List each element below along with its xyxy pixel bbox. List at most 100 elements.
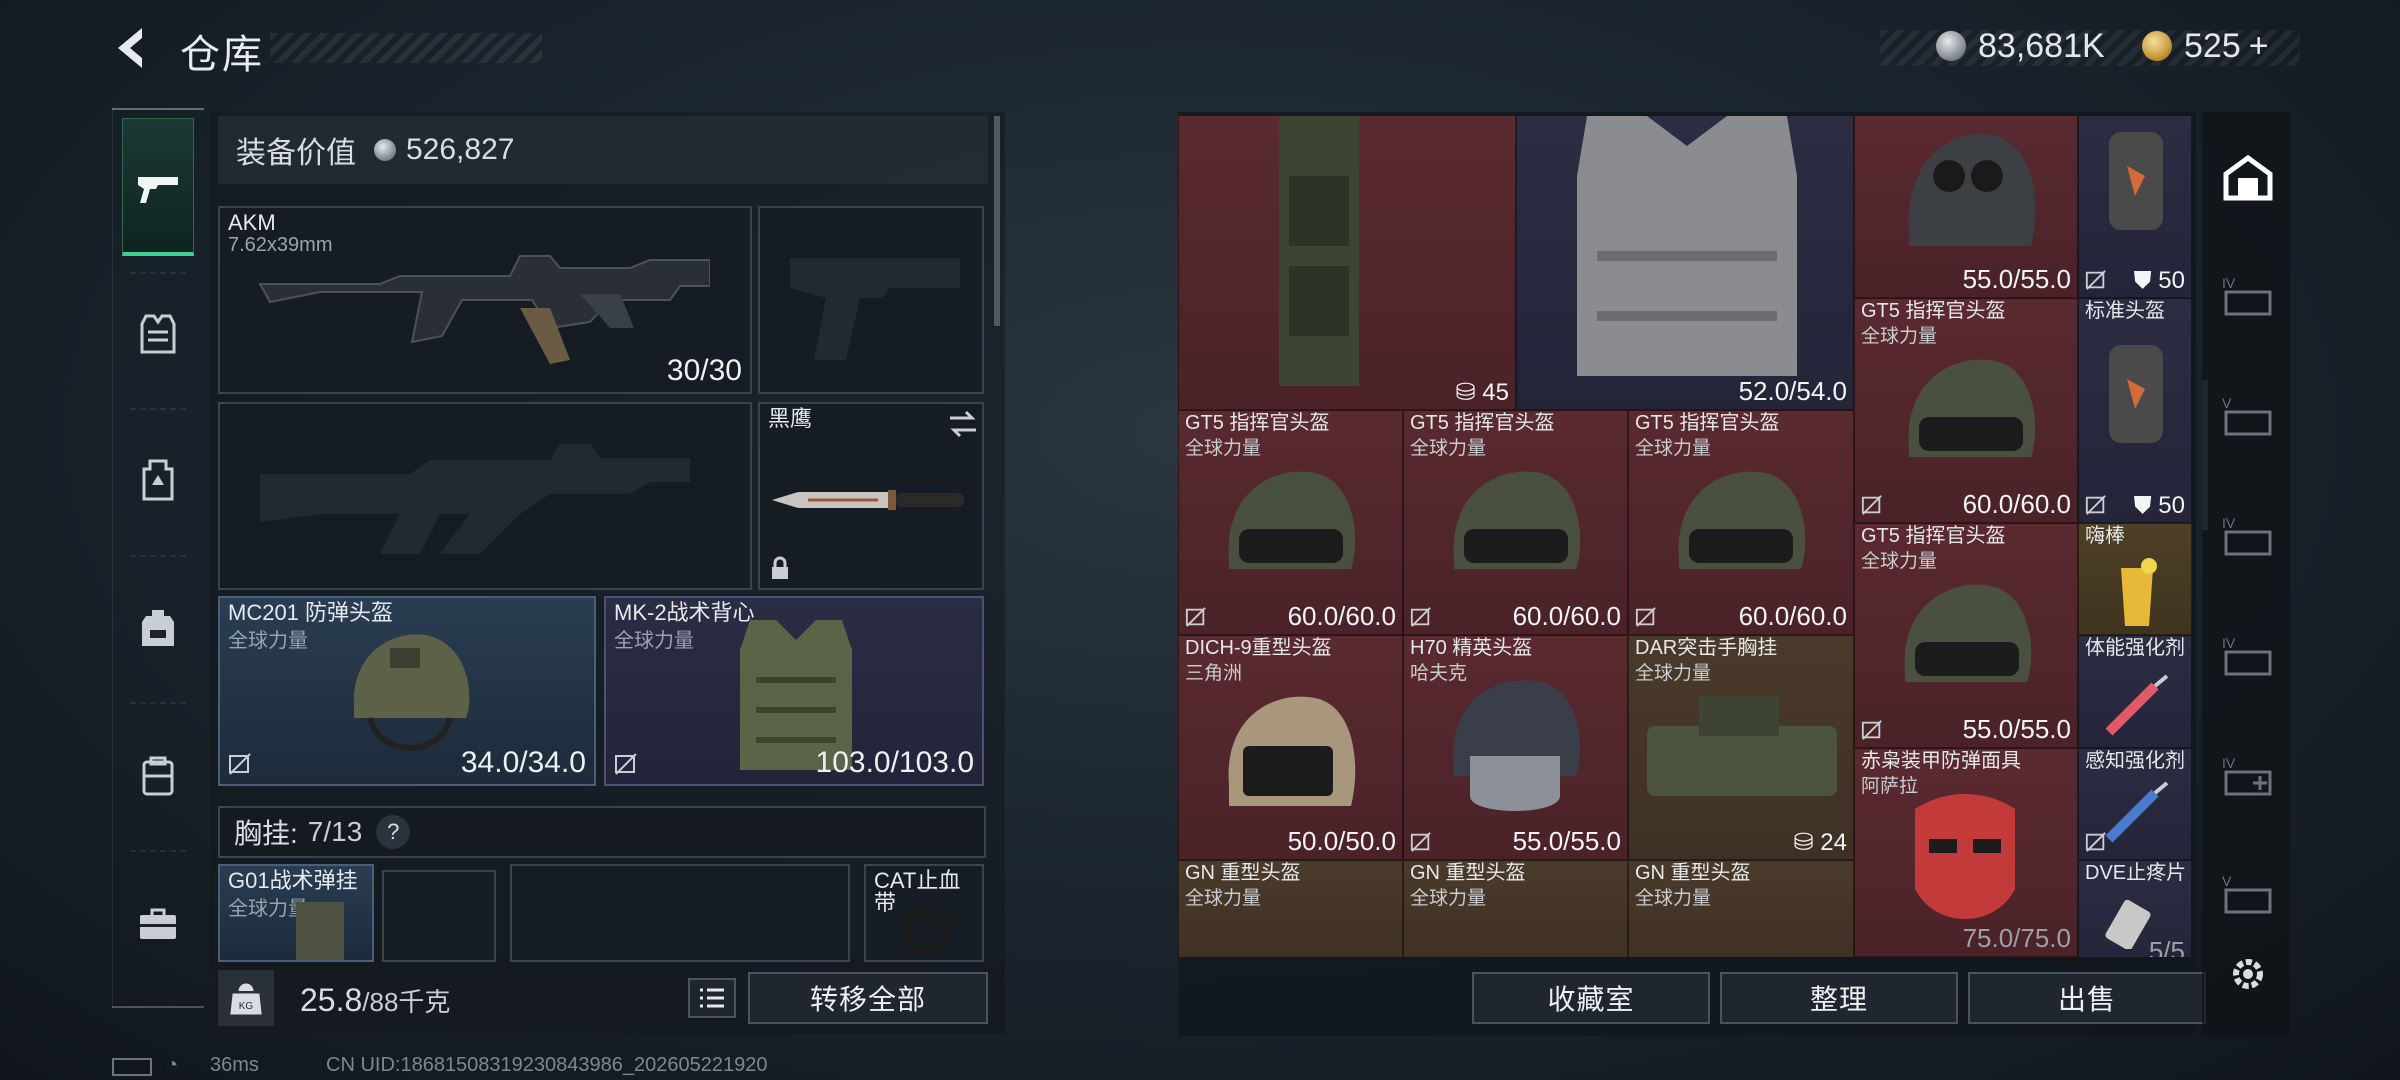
- nav-pouch[interactable]: [122, 740, 194, 812]
- stash-tab-iv-3[interactable]: IV: [2210, 618, 2286, 694]
- nav-case[interactable]: [122, 888, 194, 960]
- medkit-slot[interactable]: CAT止血带: [864, 864, 984, 962]
- item-name: GT5 指挥官头盔: [1410, 412, 1555, 434]
- item-durability: 60.0/60.0: [1738, 601, 1847, 631]
- vest-icon: [140, 314, 176, 354]
- back-button[interactable]: [110, 24, 154, 72]
- collection-room-button[interactable]: 收藏室: [1472, 972, 1710, 1024]
- shield-icon: ⛊: [2133, 267, 2152, 294]
- nvg-helmet-image: [1908, 134, 2036, 246]
- backpack-icon: [142, 610, 174, 646]
- stash-item[interactable]: GN 重型头盔 全球力量: [1178, 860, 1403, 957]
- nav-separator: [130, 272, 186, 274]
- no-insurance-icon: [2085, 495, 2106, 515]
- stash-item-vest[interactable]: 52.0/54.0: [1516, 115, 1854, 410]
- armor-durability: 103.0/103.0: [815, 746, 974, 779]
- nav-bottom-divider: [112, 1006, 204, 1008]
- rig-empty-slot[interactable]: [382, 870, 496, 962]
- backpack-capacity-icon: ⛁: [1455, 379, 1476, 406]
- stash-item[interactable]: GN 重型头盔 全球力量: [1628, 860, 1854, 957]
- armor-slot[interactable]: MK-2战术背心 全球力量 103.0/103.0: [604, 596, 984, 786]
- nav-separator: [130, 555, 186, 557]
- nav-separator: [130, 702, 186, 704]
- transfer-all-button[interactable]: 转移全部: [748, 972, 988, 1024]
- stash-item[interactable]: DVE止疼片 5/5: [2078, 860, 2192, 957]
- gold-currency[interactable]: 525 +: [2142, 26, 2269, 66]
- weight-icon-box: KG: [218, 970, 274, 1026]
- stash-tab-v-1[interactable]: V: [2210, 378, 2286, 454]
- item-durability: 60.0/60.0: [1512, 601, 1621, 631]
- item-faction: 全球力量: [1185, 888, 1262, 909]
- stash-item[interactable]: DICH-9重型头盔 三角洲 50.0/50.0: [1178, 635, 1403, 860]
- stash-item[interactable]: 嗨棒: [2078, 523, 2192, 635]
- no-insurance-icon: [2085, 270, 2106, 290]
- item-faction: 全球力量: [1635, 888, 1712, 909]
- backpack-image: [1279, 116, 1359, 386]
- stash-item[interactable]: 赤枭装甲防弹面具 阿萨拉 75.0/75.0: [1854, 748, 2078, 957]
- nav-chest-rig[interactable]: [122, 444, 194, 516]
- helmet-image: [1453, 680, 1581, 811]
- rig-slot[interactable]: G01战术弹挂 全球力量: [218, 864, 374, 962]
- weight-max: /88千克: [362, 987, 451, 1017]
- lock-icon: [772, 556, 788, 579]
- stash-item[interactable]: GT5 指挥官头盔 全球力量 60.0/60.0: [1403, 410, 1628, 635]
- melee-name: 黑鹰: [768, 406, 813, 431]
- stash-tab-iv-2[interactable]: IV: [2210, 498, 2286, 574]
- no-insurance-icon: [2085, 832, 2106, 852]
- stash-item[interactable]: GT5 指挥官头盔 全球力量 60.0/60.0: [1178, 410, 1403, 635]
- stash-expansion-icon: IV: [2222, 755, 2272, 796]
- primary-weapon-slot[interactable]: AKM 7.62x39mm 30/30: [218, 206, 752, 394]
- stash-tab-main[interactable]: [2210, 140, 2286, 216]
- stash-item[interactable]: GT5 指挥官头盔 全球力量 60.0/60.0: [1854, 298, 2078, 523]
- secondary-weapon-slot[interactable]: [758, 206, 984, 394]
- stash-item[interactable]: GT5 指挥官头盔 全球力量 60.0/60.0: [1628, 410, 1854, 635]
- stash-item[interactable]: 标准头盔 ⛊ 50: [2078, 298, 2192, 523]
- stash-item-nvg-helmet[interactable]: 55.0/55.0: [1854, 115, 2078, 298]
- settings-button[interactable]: [2226, 952, 2270, 996]
- stash-tab-v-2[interactable]: V: [2210, 856, 2286, 932]
- armor-plate-rating: ⛊ 50: [2134, 267, 2185, 295]
- sell-button[interactable]: 出售: [1968, 972, 2206, 1024]
- silver-amount: 83,681K: [1978, 26, 2105, 65]
- stash-item[interactable]: 感知强化剂: [2078, 748, 2192, 860]
- stash-item[interactable]: GT5 指挥官头盔 全球力量 55.0/55.0: [1854, 523, 2078, 748]
- second-primary-slot[interactable]: [218, 402, 752, 590]
- melee-slot[interactable]: 黑鹰: [758, 402, 984, 590]
- stash-expansion-icon: IV: [2222, 515, 2272, 556]
- stash-item-armor-plate[interactable]: ⛊ 50: [2078, 115, 2192, 298]
- nav-backpack[interactable]: [122, 592, 194, 664]
- nav-weapons[interactable]: [122, 152, 194, 224]
- helmet-durability: 34.0/34.0: [460, 746, 586, 779]
- kettlebell-icon: KG: [230, 983, 262, 1015]
- stash-tab-iv-1[interactable]: IV: [2210, 258, 2286, 334]
- weight-current: 25.8: [300, 982, 363, 1018]
- item-durability: 55.0/55.0: [1962, 714, 2071, 744]
- chest-rig-header: 胸挂: 7/13 ?: [218, 806, 986, 858]
- stash-item[interactable]: GN 重型头盔 全球力量: [1403, 860, 1628, 957]
- helmet-slot[interactable]: MC201 防弹头盔 全球力量 34.0/34.0: [218, 596, 596, 786]
- back-arrow-icon: [118, 28, 142, 68]
- stash-item-backpack[interactable]: ⛁ 45: [1178, 115, 1516, 410]
- helmet-image: [1908, 359, 2036, 457]
- rig-empty-slot[interactable]: [510, 864, 850, 962]
- sort-button[interactable]: 整理: [1720, 972, 1958, 1024]
- warehouse-icon: [2223, 154, 2273, 201]
- swap-icon[interactable]: [948, 410, 978, 438]
- nav-armor[interactable]: [122, 298, 194, 370]
- no-insurance-icon: [615, 753, 637, 775]
- helmet-image: [1228, 696, 1356, 806]
- add-gold-icon[interactable]: +: [2249, 27, 2269, 66]
- stash-item[interactable]: H70 精英头盔 哈夫克 55.0/55.0: [1403, 635, 1628, 860]
- stash-item[interactable]: 体能强化剂: [2078, 635, 2192, 748]
- help-icon[interactable]: ?: [376, 815, 411, 849]
- stash-tab-iv-4[interactable]: IV: [2210, 738, 2286, 814]
- item-durability: 75.0/75.0: [1962, 923, 2071, 953]
- svg-text:IV: IV: [2222, 755, 2236, 771]
- stash-grid: ⛁ 45 52.0/54.0 55.0/55.0 ⛊ 50 GT5 指挥官头盔 …: [1178, 115, 2192, 957]
- list-view-button[interactable]: [688, 978, 736, 1018]
- loadout-scrollbar[interactable]: [994, 116, 1000, 326]
- item-name: GT5 指挥官头盔: [1861, 525, 2006, 547]
- vest-capacity-icon: ⛁: [1793, 829, 1814, 856]
- stash-item[interactable]: DAR突击手胸挂 全球力量 ⛁ 24: [1628, 635, 1854, 860]
- stash-expansion-icon: IV: [2222, 275, 2272, 316]
